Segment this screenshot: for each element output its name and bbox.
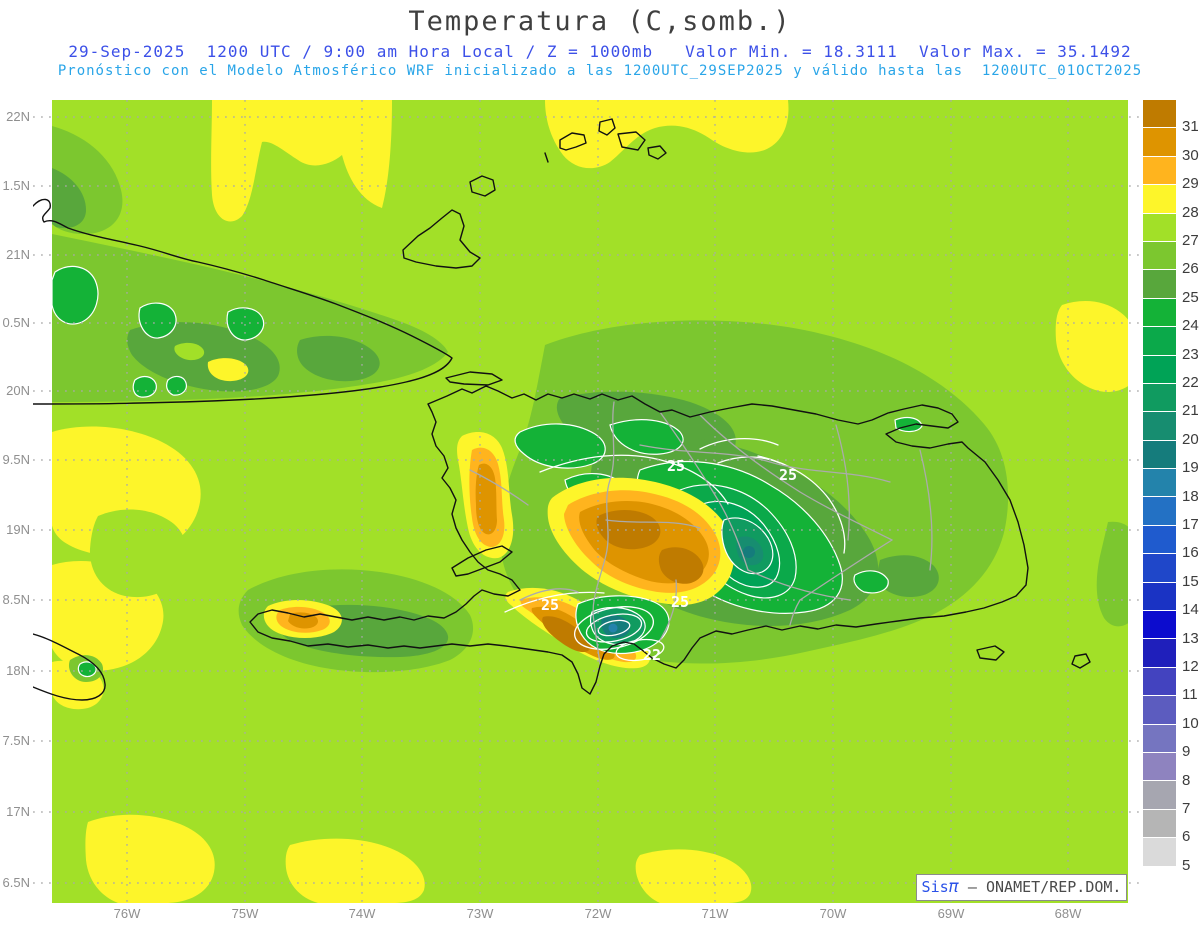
colorbar-tick-label: 23: [1182, 345, 1199, 363]
colorbar-segment: [1143, 383, 1176, 412]
colorbar-segment: [1143, 128, 1176, 156]
colorbar-segment: [1143, 355, 1176, 383]
colorbar-segment: [1143, 497, 1176, 525]
contour-label: 25: [779, 466, 797, 484]
credit-box: Sisπ – ONAMET/REP.DOM.: [916, 874, 1127, 901]
lat-tick-label: 21N: [6, 247, 30, 262]
lat-tick-label: 22N: [6, 109, 30, 124]
colorbar-tick-label: 18: [1182, 487, 1199, 505]
colorbar-tick-label: 12: [1182, 658, 1199, 675]
colorbar-tick-label: 28: [1182, 203, 1199, 221]
contour-label: 25: [541, 596, 559, 614]
lat-tick-label: 1.5N: [2, 178, 30, 193]
colorbar-segment: [1143, 582, 1176, 611]
lon-tick-label: 68W: [1054, 906, 1082, 921]
lat-tick-label: 7.5N: [2, 733, 30, 748]
colorbar-tick-label: 20: [1182, 430, 1199, 448]
lon-tick-label: 75W: [231, 906, 259, 921]
lon-tick-label: 70W: [819, 906, 847, 921]
colorbar-segment: [1143, 611, 1176, 639]
colorbar-segment: [1143, 781, 1176, 809]
colorbar-segment: [1143, 554, 1176, 582]
colorbar-segment: [1143, 270, 1176, 298]
credit-text: – ONAMET/REP.DOM.: [958, 878, 1122, 896]
colorbar-tick-label: 26: [1182, 260, 1199, 278]
colorbar-tick-label: 6: [1182, 828, 1191, 846]
contour-label: 25: [667, 457, 685, 475]
colorbar-segment: [1143, 667, 1176, 696]
colorbar-tick-label: 10: [1182, 714, 1199, 732]
colorbar-tick-label: 16: [1182, 544, 1199, 562]
contour-label: 22: [643, 646, 661, 664]
colorbar-tick-label: 21: [1182, 402, 1199, 420]
colorbar-tick-label: 14: [1182, 601, 1199, 619]
lon-tick-label: 72W: [584, 906, 612, 921]
lat-tick-label: 6.5N: [2, 875, 30, 890]
lat-tick-label: 9.5N: [2, 452, 30, 467]
sispi-brand: Sis: [921, 878, 949, 896]
lat-tick-label: 8.5N: [2, 592, 30, 607]
colorbar-tick-label: 17: [1182, 516, 1199, 533]
weather-map-page: Temperatura (C,somb.) 29-Sep-2025 1200 U…: [0, 0, 1200, 927]
colorbar-tick-label: 27: [1182, 232, 1199, 249]
lat-tick-label: 0.5N: [2, 315, 30, 330]
colorbar-tick-label: 30: [1182, 146, 1199, 164]
colorbar-tick-label: 25: [1182, 288, 1199, 306]
colorbar-segment: [1143, 838, 1176, 866]
colorbar-segment: [1143, 241, 1176, 270]
colorbar-segment: [1143, 298, 1176, 327]
colorbar-tick-label: 9: [1182, 743, 1191, 761]
map-canvas: 25 25 25 25 22: [33, 100, 1140, 903]
contour-label: 25: [671, 593, 689, 611]
colorbar-tick-label: 22: [1182, 374, 1199, 391]
colorbar-segment: [1143, 752, 1176, 781]
colorbar-tick-label: 7: [1182, 800, 1191, 817]
lon-tick-label: 69W: [937, 906, 965, 921]
colorbar-tick-label: 29: [1182, 175, 1199, 193]
lon-tick-label: 73W: [466, 906, 494, 921]
colorbar-tick-label: 5: [1182, 856, 1191, 874]
temperature-field: [52, 100, 1128, 903]
lat-tick-label: 19N: [6, 522, 30, 537]
colorbar-segment: [1143, 327, 1176, 355]
lat-tick-label: 20N: [6, 383, 30, 398]
colorbar-segment: [1143, 185, 1176, 213]
lon-tick-label: 74W: [348, 906, 376, 921]
colorbar-tick-label: 11: [1182, 686, 1198, 704]
colorbar-segment: [1143, 525, 1176, 554]
colorbar-segment: [1143, 866, 1176, 894]
colorbar-tick-label: 19: [1182, 459, 1199, 477]
lon-tick-label: 71W: [701, 906, 729, 921]
colorbar: 31 30 29 28 27 26 25 24 23 22 21 20 19 18 17 16 15 14 13 12…: [1143, 100, 1200, 895]
colorbar-tick-label: 24: [1182, 317, 1199, 335]
colorbar-tick-label: 13: [1182, 629, 1199, 647]
pi-symbol: π: [948, 877, 959, 897]
colorbar-segment: [1143, 213, 1176, 241]
colorbar-segment: [1143, 440, 1176, 469]
colorbar-segment: [1143, 469, 1176, 497]
lat-tick-label: 17N: [6, 804, 30, 819]
colorbar-tick-label: 31: [1182, 118, 1199, 136]
colorbar-segment: [1143, 156, 1176, 185]
lon-tick-label: 76W: [113, 906, 141, 921]
colorbar-segment: [1143, 100, 1176, 128]
colorbar-segment: [1143, 696, 1176, 724]
colorbar-segment: [1143, 639, 1176, 667]
colorbar-segment: [1143, 412, 1176, 440]
colorbar-segment: [1143, 809, 1176, 838]
colorbar-segment: [1143, 724, 1176, 752]
colorbar-tick-label: 15: [1182, 572, 1199, 590]
lat-tick-label: 18N: [6, 663, 30, 678]
colorbar-tick-label: 8: [1182, 771, 1191, 789]
